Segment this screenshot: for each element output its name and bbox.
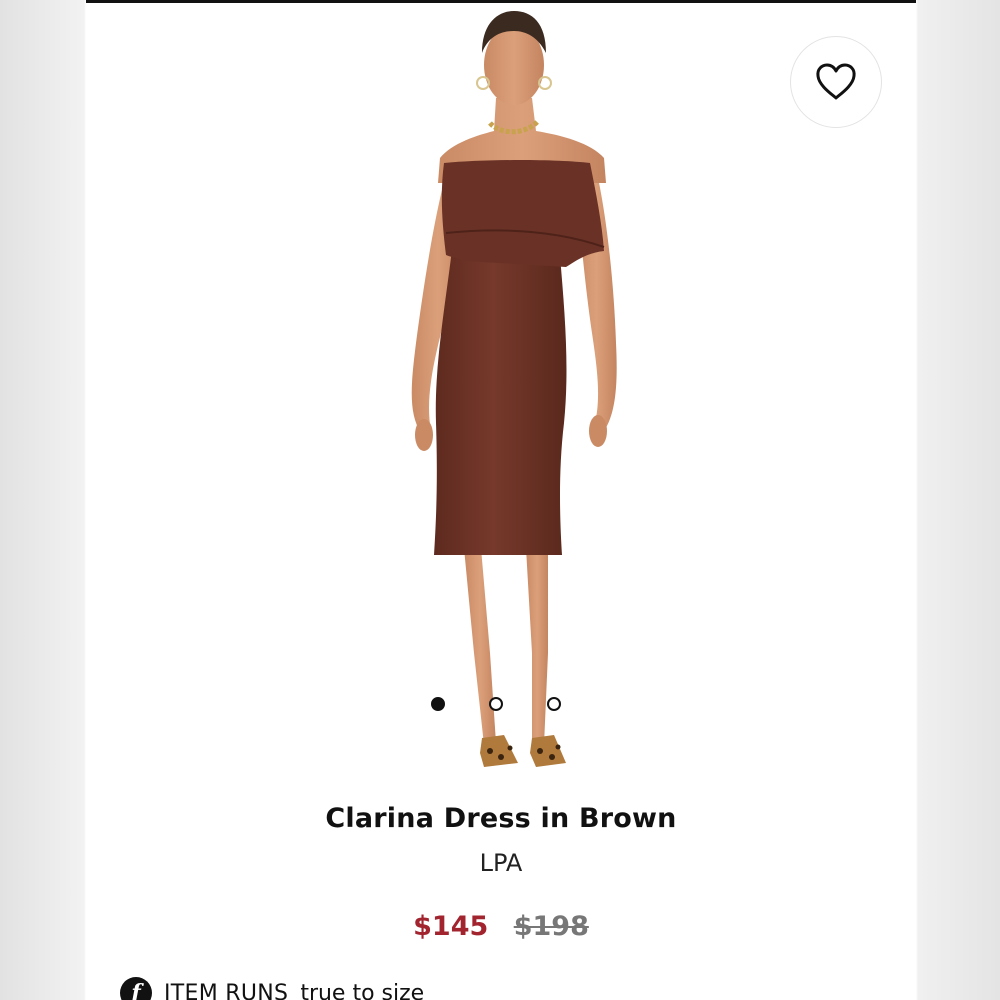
fit-value: true to size <box>300 980 425 1000</box>
sale-price: $145 <box>413 911 489 942</box>
carousel-dot-1[interactable] <box>431 697 445 711</box>
product-image[interactable] <box>86 3 916 793</box>
fit-info: f ITEM RUNS true to size <box>120 975 424 1000</box>
wishlist-button[interactable] <box>790 36 882 128</box>
product-brand[interactable]: LPA <box>86 849 916 877</box>
fit-label: ITEM RUNS <box>164 980 289 1000</box>
product-screen: Clarina Dress in Brown LPA $145 $198 f I… <box>86 3 916 1000</box>
carousel-dot-3[interactable] <box>547 697 561 711</box>
carousel-indicators <box>431 695 561 713</box>
heart-icon <box>816 63 856 100</box>
app-frame: Clarina Dress in Brown LPA $145 $198 f I… <box>0 0 1000 1000</box>
carousel-dot-2[interactable] <box>489 697 503 711</box>
product-title: Clarina Dress in Brown <box>325 803 677 834</box>
price-row: $145 $198 <box>86 911 916 942</box>
fit-badge-icon: f <box>120 977 152 1000</box>
original-price: $198 <box>513 911 589 942</box>
